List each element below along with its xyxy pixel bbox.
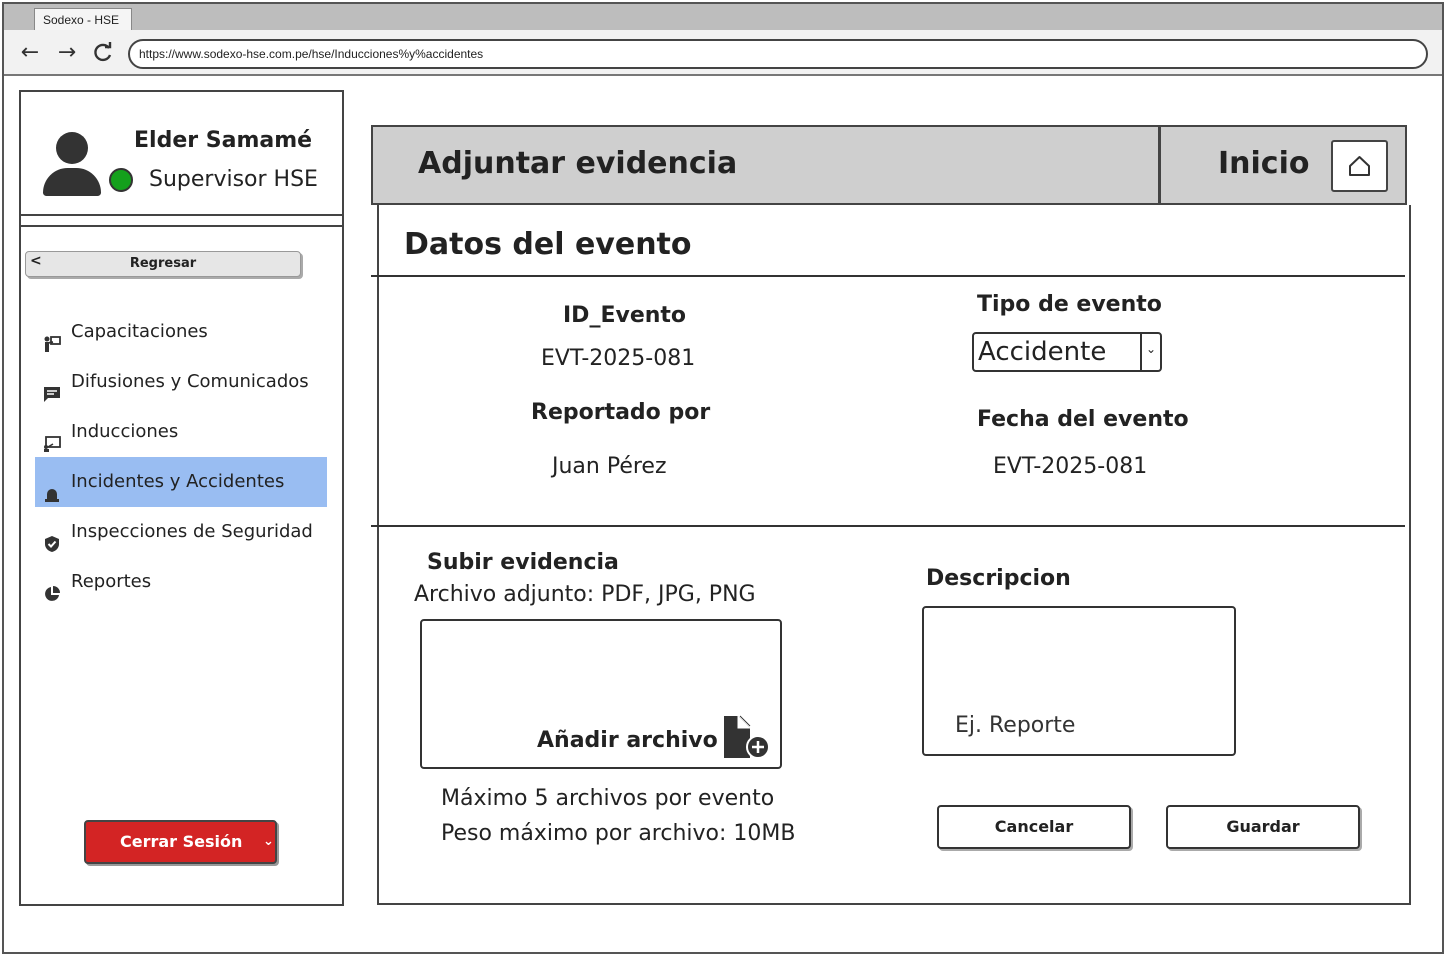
max-files-note: Máximo 5 archivos por evento [441, 786, 775, 811]
page-title: Adjuntar evidencia [418, 146, 738, 181]
sidebar-item-reportes[interactable]: Reportes [35, 557, 327, 607]
event-type-label: Tipo de evento [977, 292, 1162, 317]
chevron-left-icon: < [30, 253, 42, 269]
sidebar-item-label: Incidentes y Accidentes [71, 471, 285, 492]
back-arrow-icon[interactable]: ← [17, 40, 43, 66]
sidebar-item-label: Difusiones y Comunicados [71, 371, 309, 392]
chevron-down-icon[interactable]: ⌄ [1146, 342, 1156, 356]
sidebar-item-difusiones[interactable]: Difusiones y Comunicados [35, 357, 327, 407]
save-button[interactable]: Guardar [1166, 805, 1360, 849]
logout-button[interactable]: Cerrar Sesión ⌄ [84, 820, 277, 864]
logout-label: Cerrar Sesión [120, 832, 243, 851]
avatar [56, 132, 88, 164]
description-label: Descripcion [926, 566, 1071, 591]
sidebar-item-capacitaciones[interactable]: Capacitaciones [35, 307, 327, 357]
trainer-icon [43, 323, 61, 352]
cancel-button[interactable]: Cancelar [937, 805, 1131, 849]
reload-icon[interactable] [90, 40, 116, 66]
upload-title: Subir evidencia [427, 550, 619, 575]
chevron-down-icon[interactable]: ⌄ [263, 822, 274, 862]
user-role: Supervisor HSE [149, 167, 318, 192]
pie-chart-icon [43, 573, 61, 601]
add-file-label[interactable]: Añadir archivo [537, 728, 718, 753]
sidebar-item-label: Inducciones [71, 421, 179, 442]
divider [371, 525, 1405, 527]
event-type-select[interactable]: Accidente [972, 332, 1162, 372]
sidebar-item-label: Capacitaciones [71, 321, 208, 342]
upload-formats: Archivo adjunto: PDF, JPG, PNG [414, 582, 756, 607]
user-name: Elder Samamé [134, 128, 313, 153]
home-label: Inicio [1218, 146, 1310, 181]
event-id-value: EVT-2025-081 [541, 346, 696, 371]
divider [371, 275, 1405, 277]
divider [1158, 125, 1161, 205]
select-divider [1140, 332, 1142, 372]
presentation-icon [43, 423, 61, 452]
alarm-icon [43, 473, 61, 502]
message-icon [43, 373, 61, 402]
divider [19, 214, 344, 216]
file-add-icon[interactable] [722, 714, 772, 760]
divider [19, 225, 344, 227]
tab-bar [4, 4, 1442, 30]
sidebar-item-label: Inspecciones de Seguridad [71, 521, 313, 542]
sidebar-item-inducciones[interactable]: Inducciones [35, 407, 327, 457]
sidebar-item-inspecciones[interactable]: Inspecciones de Seguridad [35, 507, 327, 557]
online-status-indicator [109, 168, 133, 192]
address-bar[interactable]: https://www.sodexo-hse.com.pe/hse/Inducc… [128, 39, 1428, 69]
description-textarea[interactable]: Ej. Reporte [922, 606, 1236, 756]
event-id-label: ID_Evento [563, 303, 687, 328]
sidebar-item-label: Reportes [71, 571, 152, 592]
reported-by-label: Reportado por [531, 400, 711, 425]
reported-by-value: Juan Pérez [552, 454, 667, 479]
forward-arrow-icon[interactable]: → [54, 40, 80, 66]
section-title: Datos del evento [404, 227, 692, 262]
max-size-note: Peso máximo por archivo: 10MB [441, 821, 796, 846]
home-icon [1333, 156, 1386, 194]
back-button[interactable]: Regresar [25, 251, 301, 277]
description-placeholder: Ej. Reporte [955, 713, 1076, 738]
event-date-value: EVT-2025-081 [993, 454, 1148, 479]
shield-check-icon [43, 523, 61, 552]
sidebar-item-incidentes[interactable]: Incidentes y Accidentes [35, 457, 327, 507]
event-date-label: Fecha del evento [977, 407, 1189, 432]
home-button[interactable] [1331, 140, 1388, 192]
browser-tab[interactable]: Sodexo - HSE [34, 8, 132, 32]
